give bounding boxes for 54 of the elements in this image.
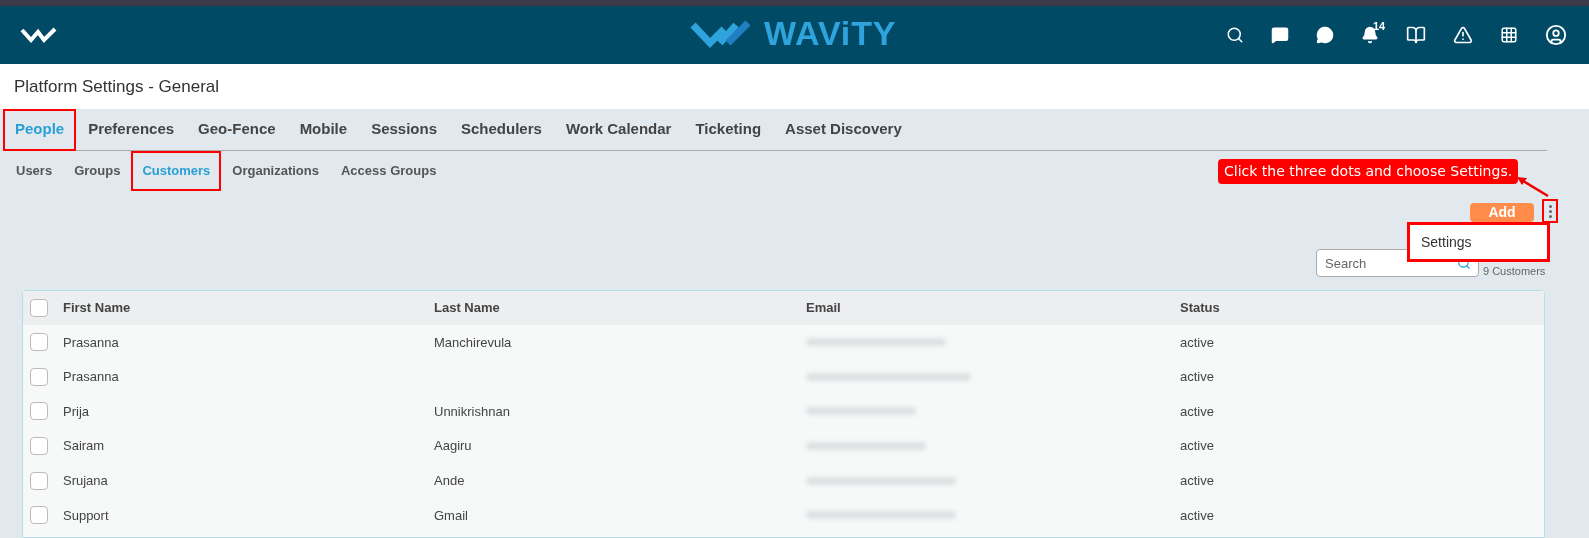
tab[interactable]: Sessions bbox=[359, 108, 449, 151]
sub-tab[interactable]: Groups bbox=[63, 151, 132, 191]
status-cell-text: active bbox=[1180, 368, 1214, 387]
tab[interactable]: Work Calendar bbox=[553, 108, 684, 151]
notification-count: 14 bbox=[1373, 19, 1386, 34]
first-name-cell-text: Prija bbox=[63, 402, 90, 421]
column-header: Status bbox=[1180, 299, 1220, 318]
column-header: Email bbox=[806, 299, 842, 318]
tab[interactable]: Preferences bbox=[76, 108, 187, 151]
header-checkbox[interactable] bbox=[30, 299, 48, 317]
callout-label: Click the three dots and choose Settings. bbox=[1218, 159, 1519, 184]
book-icon[interactable] bbox=[1406, 25, 1426, 45]
customer-count: 9 Customers bbox=[1483, 264, 1546, 279]
status-cell-text: active bbox=[1180, 471, 1214, 490]
last-name-cell: Aagiru bbox=[434, 438, 472, 454]
column-header: First Name bbox=[63, 299, 132, 318]
sub-tab[interactable]: Organizations bbox=[221, 151, 330, 191]
first-name-cell-text: Prasanna bbox=[63, 333, 120, 352]
tab[interactable]: Ticketing bbox=[683, 108, 774, 151]
first-name-cell-text: Sairam bbox=[63, 437, 106, 456]
arrow-icon bbox=[1516, 176, 1550, 198]
message-icon[interactable] bbox=[1271, 26, 1289, 44]
tab[interactable]: Geo-Fence bbox=[186, 108, 288, 151]
last-name-cell: Unnikrishnan bbox=[434, 403, 510, 419]
tab[interactable]: Mobile bbox=[287, 108, 360, 151]
row-checkbox[interactable] bbox=[30, 471, 48, 490]
page-title: Platform Settings - General bbox=[14, 75, 220, 98]
first-name-cell-text: Prasanna bbox=[63, 368, 120, 387]
tab[interactable]: Schedulers bbox=[449, 108, 554, 151]
tab[interactable]: Asset Discovery bbox=[773, 108, 914, 151]
logo-icon[interactable] bbox=[20, 26, 58, 44]
user-icon[interactable] bbox=[1545, 24, 1567, 46]
sub-tab[interactable]: Access Groups bbox=[330, 151, 448, 191]
status-cell-text: active bbox=[1180, 506, 1214, 525]
row-checkbox[interactable] bbox=[30, 437, 48, 456]
grid-icon[interactable] bbox=[1500, 26, 1518, 44]
chat-icon[interactable] bbox=[1316, 26, 1334, 44]
column-header: Last Name bbox=[434, 299, 501, 318]
last-name-cell: Manchirevula bbox=[434, 334, 512, 350]
status-cell-text: active bbox=[1180, 402, 1214, 421]
last-name-cell: Ande bbox=[434, 472, 465, 488]
search-icon[interactable] bbox=[1226, 26, 1244, 44]
row-checkbox[interactable] bbox=[30, 367, 48, 386]
brand-name: WAViTY bbox=[764, 16, 897, 50]
first-name-cell-text: Srujana bbox=[63, 471, 109, 490]
row-checkbox[interactable] bbox=[30, 506, 48, 525]
last-name-cell: Gmail bbox=[434, 507, 468, 523]
row-checkbox[interactable] bbox=[30, 333, 48, 352]
status-cell-text: active bbox=[1180, 333, 1214, 352]
row-checkbox[interactable] bbox=[30, 402, 48, 421]
status-cell-text: active bbox=[1180, 437, 1214, 456]
first-name-cell-text: Support bbox=[63, 506, 110, 525]
sub-tab[interactable]: Users bbox=[5, 151, 64, 191]
warning-icon[interactable] bbox=[1453, 25, 1473, 45]
